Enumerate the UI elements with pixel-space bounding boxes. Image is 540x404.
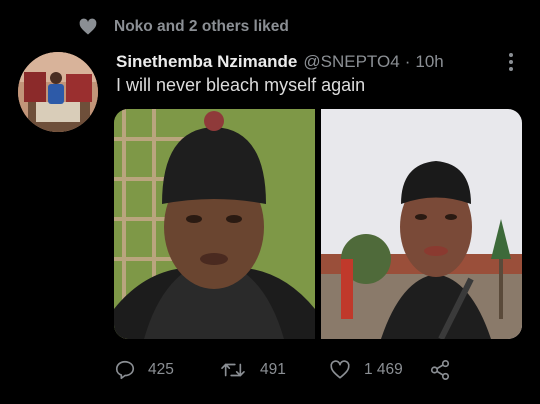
retweet-icon: [221, 363, 245, 377]
more-options-icon[interactable]: [508, 52, 514, 72]
social-context-text: Noko and 2 others liked: [114, 18, 289, 35]
tweet-time[interactable]: 10h: [415, 52, 443, 72]
reply-icon: [115, 360, 135, 380]
share-button[interactable]: [428, 359, 464, 381]
reply-count: 425: [148, 361, 174, 378]
like-button[interactable]: 1 469: [328, 359, 428, 381]
media-image-2[interactable]: [321, 109, 522, 339]
tweet-text: I will never bleach myself again: [116, 75, 366, 95]
author-handle[interactable]: @SNEPTO4: [303, 52, 399, 72]
social-context[interactable]: Noko and 2 others liked: [78, 14, 289, 40]
heart-outline-icon: [330, 360, 350, 379]
tweet-media: [114, 109, 522, 339]
retweet-count: 491: [260, 361, 286, 378]
avatar-image: [18, 52, 98, 132]
share-icon: [430, 360, 450, 380]
author-name[interactable]: Sinethemba Nzimande: [116, 52, 297, 72]
heart-icon: [79, 18, 97, 35]
avatar[interactable]: [18, 52, 98, 132]
reply-button[interactable]: 425: [114, 359, 218, 381]
media-image-1[interactable]: [114, 109, 315, 339]
separator-dot: ·: [404, 52, 411, 71]
retweet-button[interactable]: 491: [218, 359, 328, 381]
tweet-header: Sinethemba Nzimande @SNEPTO4 · 10h: [116, 50, 520, 74]
tweet-actions: 425 491 1 469: [114, 352, 534, 388]
like-count: 1 469: [364, 361, 403, 378]
